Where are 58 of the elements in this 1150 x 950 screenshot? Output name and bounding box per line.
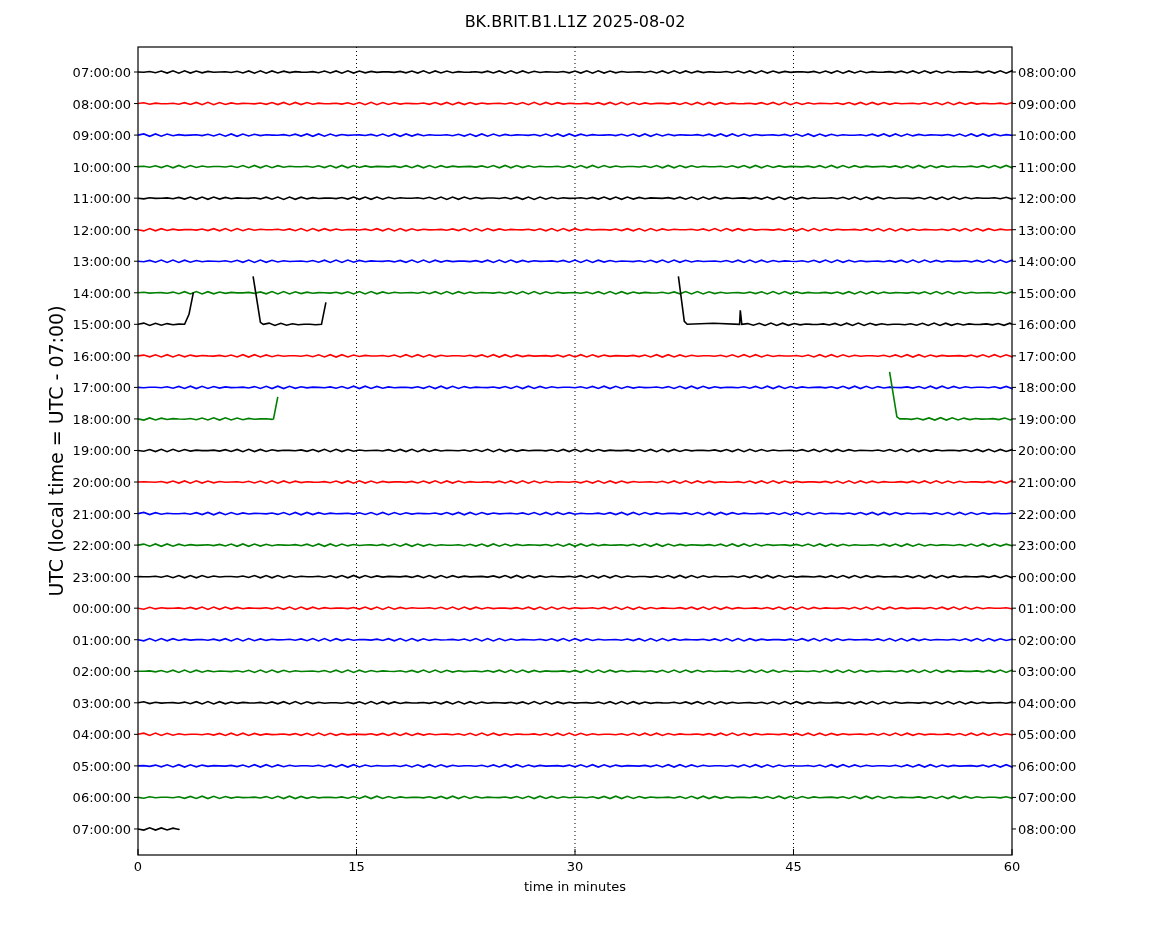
local-hour-label: 03:00:00 xyxy=(1018,664,1077,680)
local-hour-label: 02:00:00 xyxy=(1018,632,1077,648)
local-hour-label: 11:00:00 xyxy=(1018,159,1077,175)
local-hour-label: 21:00:00 xyxy=(1018,475,1077,490)
utc-hour-label: 02:00:00 xyxy=(72,664,131,680)
local-hour-label: 07:00:00 xyxy=(1018,790,1077,806)
local-hour-label: 09:00:00 xyxy=(1018,96,1077,112)
local-hour-label: 00:00:00 xyxy=(1018,569,1077,585)
local-hour-label: 08:00:00 xyxy=(1018,65,1077,80)
x-tick-label: 0 xyxy=(133,859,143,874)
utc-hour-label: 20:00:00 xyxy=(72,475,131,490)
x-tick-label: 60 xyxy=(1003,859,1021,874)
utc-hour-label: 00:00:00 xyxy=(72,601,131,617)
utc-hour-label: 07:00:00 xyxy=(72,65,131,80)
utc-hour-label: 07:00:00 xyxy=(72,821,131,837)
local-hour-label: 13:00:00 xyxy=(1018,222,1077,238)
local-hour-label: 01:00:00 xyxy=(1018,601,1077,617)
utc-hour-label: 11:00:00 xyxy=(72,191,131,207)
x-tick-label: 15 xyxy=(348,859,365,874)
utc-hour-label: 04:00:00 xyxy=(72,727,131,743)
local-hour-label: 22:00:00 xyxy=(1018,506,1077,522)
utc-hour-label: 18:00:00 xyxy=(72,411,131,427)
utc-hour-label: 10:00:00 xyxy=(72,159,131,175)
local-hour-label: 06:00:00 xyxy=(1018,758,1077,774)
local-hour-label: 17:00:00 xyxy=(1018,348,1077,364)
local-hour-label: 18:00:00 xyxy=(1018,380,1077,396)
local-hour-label: 10:00:00 xyxy=(1018,128,1077,144)
x-tick-label: 30 xyxy=(566,859,584,874)
utc-hour-label: 23:00:00 xyxy=(72,569,131,585)
x-tick-label: 45 xyxy=(785,859,802,874)
utc-hour-label: 06:00:00 xyxy=(72,790,131,806)
utc-hour-label: 19:00:00 xyxy=(72,443,131,459)
utc-hour-label: 15:00:00 xyxy=(72,317,131,333)
utc-hour-label: 14:00:00 xyxy=(72,285,131,301)
utc-hour-label: 01:00:00 xyxy=(72,632,131,648)
utc-hour-label: 08:00:00 xyxy=(72,96,131,112)
y-axis-label: UTC (local time = UTC - 07:00) xyxy=(45,305,67,597)
local-hour-label: 20:00:00 xyxy=(1018,443,1077,459)
local-hour-label: 05:00:00 xyxy=(1018,727,1077,743)
utc-hour-label: 22:00:00 xyxy=(72,538,131,554)
chart-title: BK.BRIT.B1.L1Z 2025-08-02 xyxy=(464,12,686,31)
utc-hour-label: 16:00:00 xyxy=(72,348,131,364)
utc-hour-label: 09:00:00 xyxy=(72,128,131,144)
local-hour-label: 04:00:00 xyxy=(1018,695,1077,711)
utc-hour-label: 21:00:00 xyxy=(72,506,131,522)
local-hour-label: 12:00:00 xyxy=(1018,191,1077,207)
utc-hour-label: 17:00:00 xyxy=(72,380,131,396)
local-hour-label: 14:00:00 xyxy=(1018,254,1077,270)
x-axis-label: time in minutes xyxy=(523,879,627,894)
local-hour-label: 15:00:00 xyxy=(1018,285,1077,301)
utc-hour-label: 05:00:00 xyxy=(72,758,131,774)
utc-hour-label: 13:00:00 xyxy=(72,254,131,270)
local-hour-label: 23:00:00 xyxy=(1018,538,1077,554)
utc-hour-label: 03:00:00 xyxy=(72,695,131,711)
utc-hour-label: 12:00:00 xyxy=(72,222,131,238)
local-hour-label: 16:00:00 xyxy=(1018,317,1077,333)
local-hour-label: 19:00:00 xyxy=(1018,411,1077,427)
local-hour-label: 08:00:00 xyxy=(1018,821,1077,837)
